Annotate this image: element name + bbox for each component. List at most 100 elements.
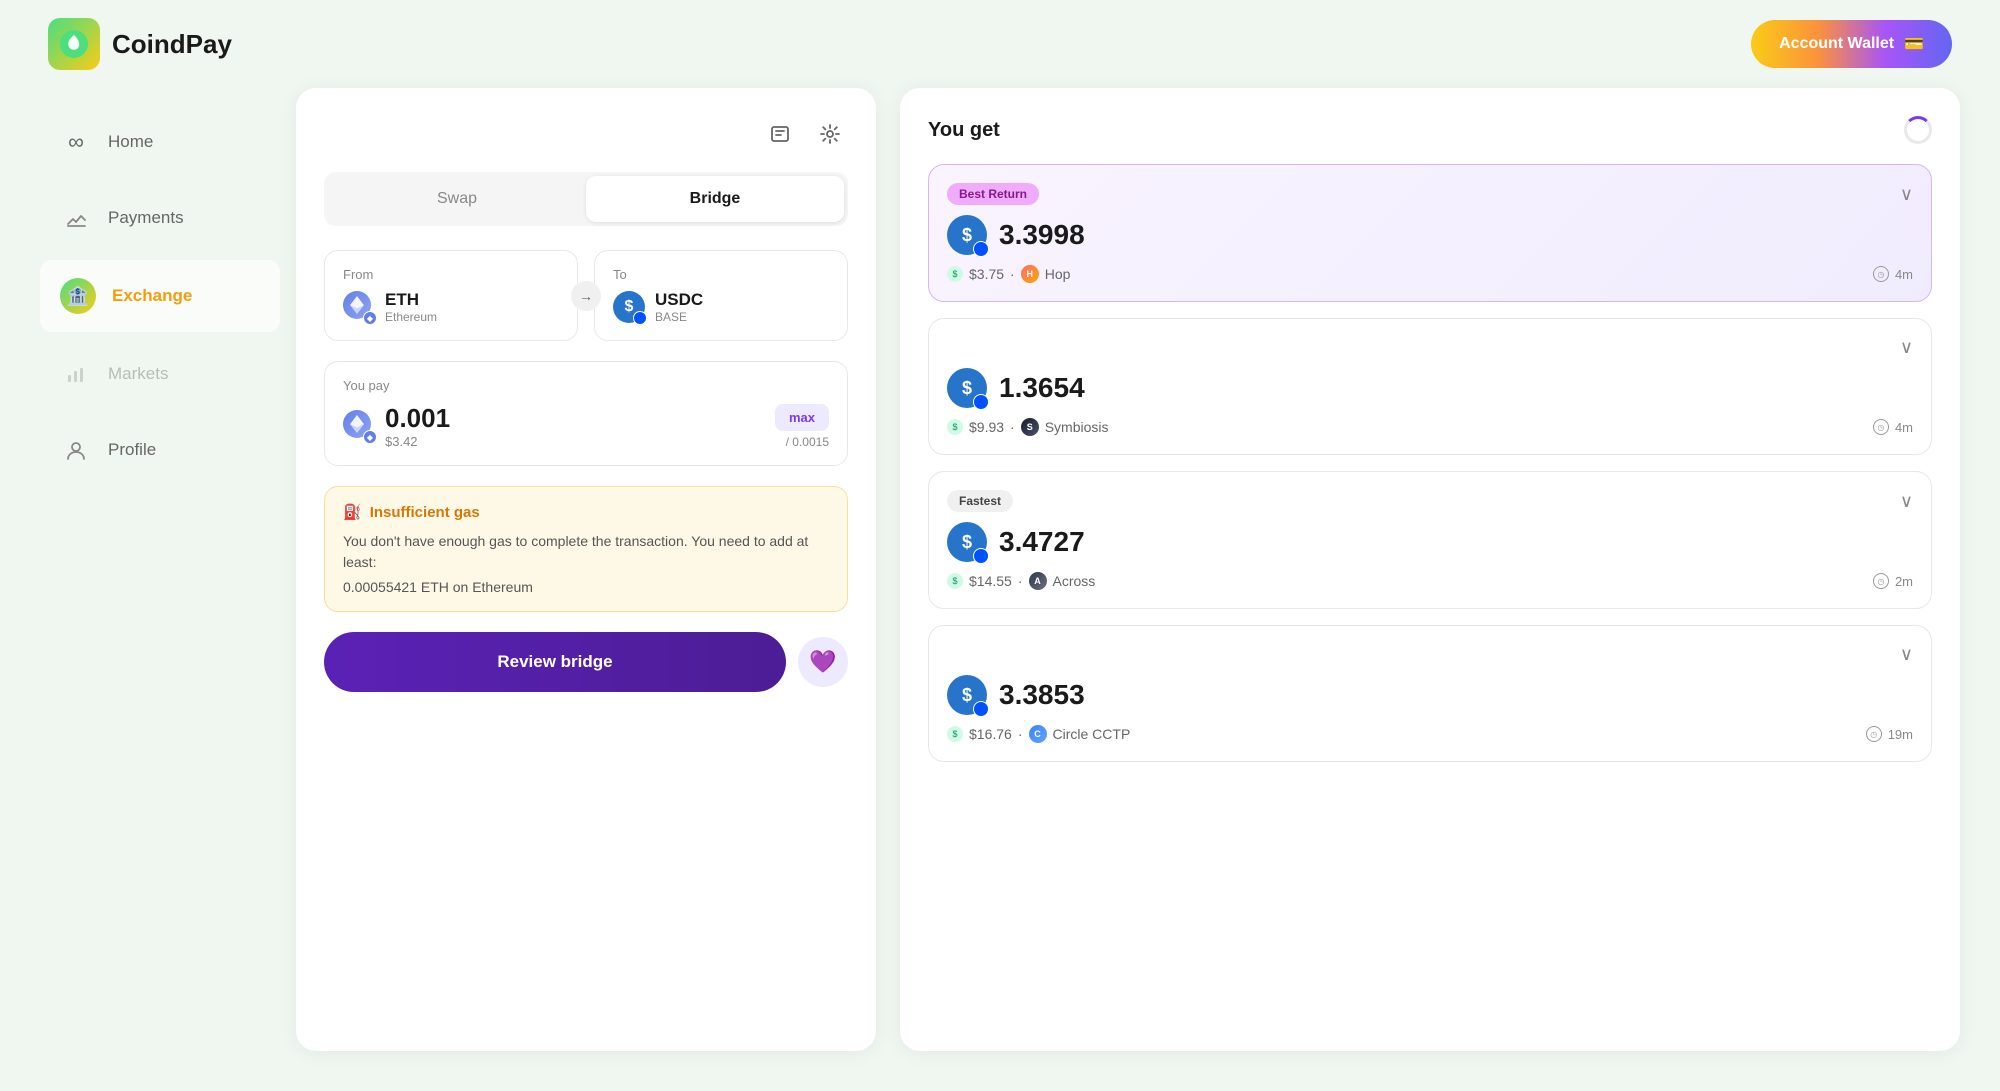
route-card-3[interactable]: ∨ $ 3.3853 $ $16.76 · C Circle CCTP ◷ 19… [928,625,1932,762]
route-time-value-3: 19m [1888,727,1913,742]
you-get-header: You get [928,116,1932,144]
route-card-header-1: ∨ [947,337,1913,358]
sidebar-item-home[interactable]: ∞ Home [40,108,280,176]
provider-icon-1: S [1021,418,1039,436]
route-usd-3: $ $16.76 · C Circle CCTP [947,725,1130,743]
profile-icon [60,434,92,466]
route-usdc-badge-3 [973,701,989,717]
to-label: To [613,267,829,282]
route-usd-1: $ $9.93 · S Symbiosis [947,418,1109,436]
sidebar-item-exchange[interactable]: 🏦 Exchange [40,260,280,332]
from-chain-name: Ethereum [385,310,437,324]
app-name: CoindPay [112,29,232,60]
route-usdc-badge-1 [973,394,989,410]
tab-swap[interactable]: Swap [328,176,586,222]
eth-pay-sub: ◆ [363,430,377,444]
dollar-icon-0: $ [947,266,963,282]
to-box[interactable]: To $ USDC BASE [594,250,848,341]
account-wallet-label: Account Wallet [1779,35,1894,53]
sidebar-item-markets[interactable]: Markets [40,340,280,408]
route-expand-3[interactable]: ∨ [1900,644,1913,665]
clock-icon-0: ◷ [1873,266,1889,282]
route-amount-row-1: $ 1.3654 [947,368,1913,408]
dollar-icon-3: $ [947,726,963,742]
clock-icon-1: ◷ [1873,419,1889,435]
review-btn-wrapper: Review bridge 💜 [324,632,848,692]
route-provider-sep-2: · [1018,573,1023,589]
route-provider-sep-1: · [1010,419,1015,435]
from-to-row: From ◆ ETH [324,250,848,341]
history-button[interactable] [762,116,798,152]
route-provider-name-2: Across [1053,573,1096,589]
loading-spinner [1904,116,1932,144]
content-area: Swap Bridge From [280,88,1960,1051]
route-gas-1: $9.93 [969,419,1004,435]
gas-warning-message: You don't have enough gas to complete th… [343,531,829,573]
swap-bridge-tabs: Swap Bridge [324,172,848,226]
route-expand-1[interactable]: ∨ [1900,337,1913,358]
payments-icon [60,202,92,234]
sidebar-item-payments[interactable]: Payments [40,184,280,252]
route-amount-1: 1.3654 [999,372,1085,404]
review-bridge-button[interactable]: Review bridge [324,632,786,692]
route-info-row-1: $ $9.93 · S Symbiosis ◷ 4m [947,418,1913,436]
route-expand-2[interactable]: ∨ [1900,491,1913,512]
route-amount-2: 3.4727 [999,526,1085,558]
panel-header [324,116,848,152]
route-usdc-icon-0: $ [947,215,987,255]
eth-token-icon: ◆ [343,291,375,323]
route-usdc-badge-2 [973,548,989,564]
provider-icon-3: C [1029,725,1047,743]
route-card-1[interactable]: ∨ $ 1.3654 $ $9.93 · S Symbiosis ◷ 4m [928,318,1932,455]
sidebar-label-home: Home [108,132,153,152]
settings-button[interactable] [812,116,848,152]
route-amount-3: 3.3853 [999,679,1085,711]
you-pay-left: ◆ 0.001 $3.42 [343,403,450,449]
from-token-row: ◆ ETH Ethereum [343,290,559,324]
bridge-panel: Swap Bridge From [296,88,876,1051]
wallet-icon: 💳 [1904,34,1924,54]
wallet-mini-button[interactable]: 💜 [798,637,848,687]
route-time-3: ◷ 19m [1866,726,1913,742]
route-provider-sep-3: · [1018,726,1023,742]
gas-warning-title: ⛽ Insufficient gas [343,503,829,521]
clock-icon-3: ◷ [1866,726,1882,742]
route-time-1: ◷ 4m [1873,419,1913,435]
gas-warning-label: Insufficient gas [370,504,480,521]
infinity-icon: ∞ [60,126,92,158]
route-info-row-3: $ $16.76 · C Circle CCTP ◷ 19m [947,725,1913,743]
max-button[interactable]: max [775,404,829,431]
route-usd-0: $ $3.75 · H Hop [947,265,1070,283]
route-card-header-3: ∨ [947,644,1913,665]
sidebar-label-markets: Markets [108,364,168,384]
route-amount-row-2: $ 3.4727 [947,522,1913,562]
tab-bridge[interactable]: Bridge [586,176,844,222]
usdc-sub-icon [633,311,647,325]
eth-pay-icon: ◆ [343,410,375,442]
route-badge-0: Best Return [947,183,1039,205]
sidebar-label-exchange: Exchange [112,286,192,306]
route-usdc-icon-3: $ [947,675,987,715]
route-expand-0[interactable]: ∨ [1900,184,1913,205]
you-pay-label: You pay [343,378,829,393]
to-token-row: $ USDC BASE [613,290,829,324]
app-logo-icon [48,18,100,70]
markets-icon [60,358,92,390]
route-provider-name-3: Circle CCTP [1053,726,1131,742]
logo-area: CoindPay [48,18,232,70]
from-box[interactable]: From ◆ ETH [324,250,578,341]
provider-icon-0: H [1021,265,1039,283]
from-label: From [343,267,559,282]
sidebar: ∞ Home Payments 🏦 Exchange [40,88,280,1051]
route-provider-name-0: Hop [1045,266,1071,282]
sidebar-item-profile[interactable]: Profile [40,416,280,484]
route-gas-2: $14.55 [969,573,1012,589]
gas-warning-icon: ⛽ [343,503,362,521]
account-wallet-button[interactable]: Account Wallet 💳 [1751,20,1952,68]
route-provider-name-1: Symbiosis [1045,419,1109,435]
you-pay-row: ◆ 0.001 $3.42 max / 0.0015 [343,403,829,449]
route-card-0[interactable]: Best Return ∨ $ 3.3998 $ $3.75 · H Hop ◷… [928,164,1932,302]
route-usdc-icon-1: $ [947,368,987,408]
route-card-2[interactable]: Fastest ∨ $ 3.4727 $ $14.55 · A Across ◷… [928,471,1932,609]
from-token-name: ETH [385,290,437,310]
